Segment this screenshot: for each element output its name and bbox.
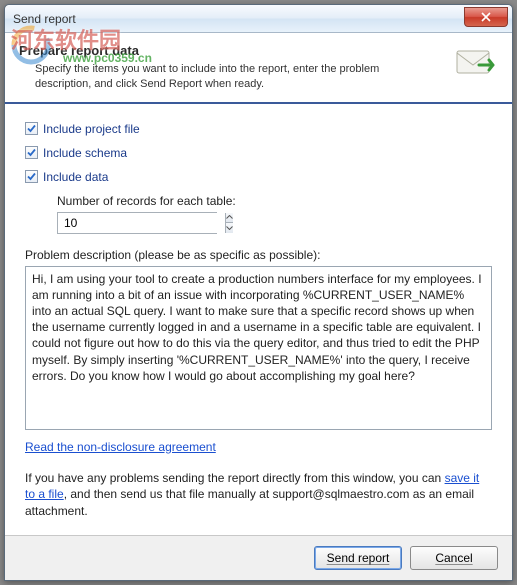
watermark-logo <box>11 25 51 65</box>
header-panel: Prepare report data Specify the items yo… <box>5 33 512 104</box>
include-project-file-label: Include project file <box>43 122 140 136</box>
close-icon <box>481 12 491 22</box>
nda-link[interactable]: Read the non-disclosure agreement <box>25 440 216 454</box>
send-report-button-label: Send report <box>327 551 390 565</box>
include-data-checkbox[interactable] <box>25 170 38 183</box>
window-title: Send report <box>13 12 76 26</box>
header-description: Specify the items you want to include in… <box>19 62 419 92</box>
check-icon <box>26 123 37 134</box>
close-button[interactable] <box>464 7 508 27</box>
header-title: Prepare report data <box>19 43 452 58</box>
title-bar: Send report <box>5 5 512 33</box>
content-area: Include project file Include schema Incl… <box>5 104 512 535</box>
checkbox-row-data: Include data <box>25 170 492 184</box>
checkbox-row-project-file: Include project file <box>25 122 492 136</box>
records-label: Number of records for each table: <box>57 194 492 208</box>
send-report-button[interactable]: Send report <box>314 546 402 570</box>
mail-send-icon <box>452 43 498 85</box>
records-spin-up[interactable] <box>226 213 233 224</box>
checkbox-row-schema: Include schema <box>25 146 492 160</box>
send-report-dialog: Send report 河东软件园 www.pc0359.cn Prepare … <box>4 4 513 581</box>
problem-description-label: Problem description (please be as specif… <box>25 248 492 262</box>
help-text: If you have any problems sending the rep… <box>25 470 492 520</box>
records-spinner <box>57 212 217 234</box>
include-schema-label: Include schema <box>43 146 127 160</box>
cancel-button[interactable]: Cancel <box>410 546 498 570</box>
include-schema-checkbox[interactable] <box>25 146 38 159</box>
chevron-up-icon <box>226 215 233 219</box>
include-project-file-checkbox[interactable] <box>25 122 38 135</box>
include-data-label: Include data <box>43 170 108 184</box>
records-spin-down[interactable] <box>226 223 233 233</box>
help-prefix: If you have any problems sending the rep… <box>25 471 445 485</box>
problem-description-textarea[interactable] <box>25 266 492 430</box>
button-bar: Send report Cancel <box>5 535 512 580</box>
chevron-down-icon <box>226 226 233 230</box>
records-input[interactable] <box>58 213 225 233</box>
help-suffix: , and then send us that file manually at… <box>25 487 474 518</box>
cancel-button-label: Cancel <box>435 551 472 565</box>
check-icon <box>26 147 37 158</box>
check-icon <box>26 171 37 182</box>
